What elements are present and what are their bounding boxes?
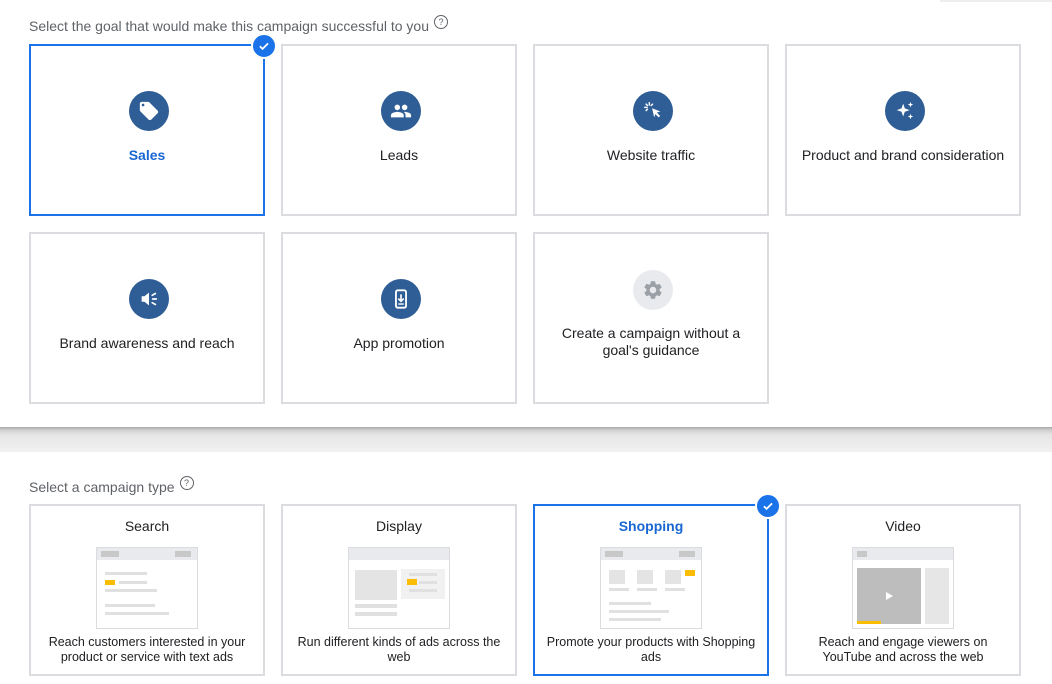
goal-label-website-traffic: Website traffic: [606, 147, 696, 163]
sparkle-icon: [885, 91, 925, 131]
goal-card-leads[interactable]: Leads: [281, 44, 517, 216]
phone-download-icon: [381, 279, 421, 319]
goal-label-no-goal: Create a campaign without a goal's guida…: [561, 325, 741, 358]
goal-card-no-goal[interactable]: Create a campaign without a goal's guida…: [533, 232, 769, 404]
goal-label-leads: Leads: [379, 147, 419, 163]
type-card-video[interactable]: Video Reach and engage viewers on YouTub…: [785, 504, 1021, 676]
shopping-ad-illustration: [600, 547, 702, 629]
goal-section-label: Select the goal that would make this cam…: [29, 15, 448, 34]
goal-card-website-traffic[interactable]: Website traffic: [533, 44, 769, 216]
gear-icon: [633, 270, 673, 310]
type-desc-shopping: Promote your products with Shopping ads: [546, 635, 756, 664]
type-desc-video: Reach and engage viewers on YouTube and …: [818, 635, 988, 664]
type-desc-display: Run different kinds of ads across the we…: [297, 635, 501, 664]
selected-check-icon: [251, 33, 277, 59]
goal-card-sales[interactable]: Sales: [29, 44, 265, 216]
search-ad-illustration: [96, 547, 198, 629]
goal-label-sales: Sales: [128, 147, 166, 163]
sell-tag-icon: [129, 91, 169, 131]
type-card-display[interactable]: Display Run different kinds of ads acros…: [281, 504, 517, 676]
goal-label-brand-awareness: Brand awareness and reach: [59, 335, 235, 351]
type-card-search[interactable]: Search Reach customers interested in you…: [29, 504, 265, 676]
type-desc-search: Reach customers interested in your produ…: [48, 635, 246, 664]
type-title-display: Display: [376, 518, 422, 534]
type-title-search: Search: [124, 518, 170, 534]
goal-card-product-brand-consideration[interactable]: Product and brand consideration: [785, 44, 1021, 216]
help-icon[interactable]: ?: [179, 476, 194, 490]
display-ad-illustration: [348, 547, 450, 629]
help-icon[interactable]: ?: [434, 15, 448, 29]
people-icon: [381, 91, 421, 131]
type-section-text: Select a campaign type: [29, 479, 175, 495]
type-title-shopping: Shopping: [618, 518, 684, 534]
cursor-click-icon: [633, 91, 673, 131]
type-card-shopping[interactable]: Shopping Promote your products with Shop…: [533, 504, 769, 676]
type-section-label: Select a campaign type ?: [29, 476, 194, 495]
type-title-video: Video: [885, 518, 921, 534]
goal-card-brand-awareness[interactable]: Brand awareness and reach: [29, 232, 265, 404]
video-ad-illustration: [852, 547, 954, 629]
top-edge-line: [940, 0, 1052, 2]
megaphone-icon: [129, 279, 169, 319]
goal-label-product-brand-consideration: Product and brand consideration: [801, 147, 1005, 163]
selected-check-icon: [755, 493, 781, 519]
section-divider: [0, 427, 1052, 452]
goal-section-text: Select the goal that would make this cam…: [29, 18, 429, 34]
goal-card-app-promotion[interactable]: App promotion: [281, 232, 517, 404]
goal-label-app-promotion: App promotion: [353, 335, 445, 351]
